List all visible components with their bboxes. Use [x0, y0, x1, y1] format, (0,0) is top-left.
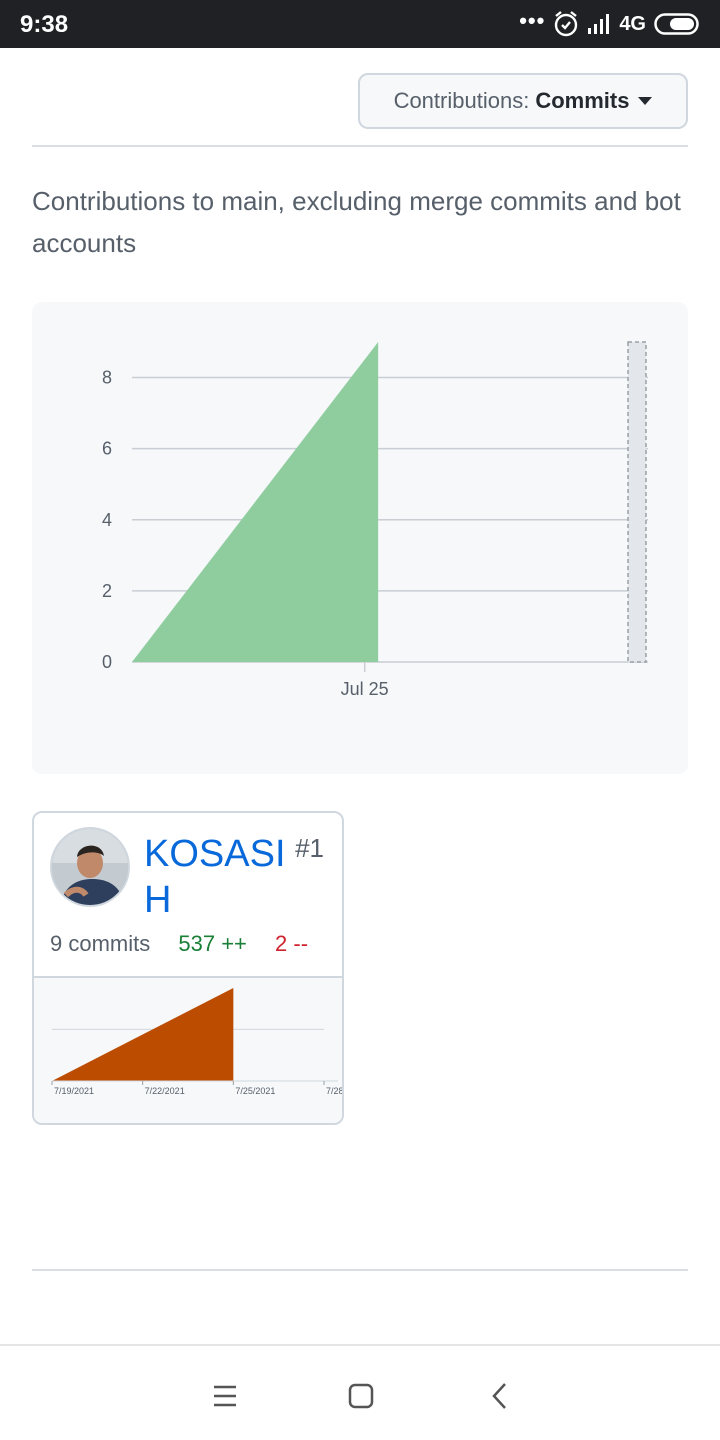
filter-value: Commits — [535, 88, 630, 113]
chevron-down-icon — [638, 97, 653, 105]
avatar-image — [52, 829, 128, 905]
y-tick-label: 4 — [102, 510, 112, 530]
contributor-chart-svg: 7/19/2021 7/22/2021 7/25/2021 7/28/2021 — [51, 988, 342, 1096]
y-tick-label: 2 — [102, 581, 112, 601]
status-bar: 9:38 ••• 4G — [0, 0, 720, 48]
battery-icon — [654, 13, 699, 35]
area-series — [132, 342, 379, 662]
home-icon[interactable] — [341, 1376, 381, 1416]
deletions-count: 2 -- — [275, 931, 309, 956]
x-tick-label: 7/25/2021 — [235, 1086, 275, 1096]
contributor-chart: 7/19/2021 7/22/2021 7/25/2021 7/28/2021 — [34, 976, 342, 1123]
alarm-icon — [555, 11, 578, 37]
additions-count: 537 ++ — [178, 931, 247, 956]
contributor-username[interactable]: KOSASIH — [144, 831, 294, 923]
x-tick-label: 7/28/2021 — [326, 1086, 342, 1096]
contributions-chart-svg: 0 2 4 6 8 Jul 25 — [102, 341, 648, 699]
contributor-card: KOSASIH #1 9 commits 537 ++ 2 -- 7/19/20… — [32, 811, 344, 1125]
filter-label: Contributions: — [393, 88, 530, 113]
y-tick-label: 8 — [102, 368, 112, 388]
navigation-bar — [0, 1344, 720, 1440]
avatar[interactable] — [50, 827, 130, 907]
contributions-chart: 0 2 4 6 8 Jul 25 — [32, 302, 688, 774]
y-tick-label: 6 — [102, 439, 112, 459]
contributor-stats: 9 commits 537 ++ 2 -- — [50, 931, 308, 957]
contributor-rank: #1 — [295, 833, 324, 863]
contributions-filter-dropdown[interactable]: Contributions: Commits — [358, 73, 688, 129]
chart-description: Contributions to main, excluding merge c… — [32, 186, 681, 258]
signal-icon — [588, 14, 610, 34]
x-tick-label: Jul 25 — [341, 679, 389, 699]
status-icons: ••• 4G — [519, 8, 700, 40]
divider — [32, 1269, 688, 1271]
y-tick-label: 0 — [102, 652, 112, 672]
range-selector-handle — [627, 341, 647, 663]
more-dots-icon: ••• — [519, 8, 546, 33]
area-series — [52, 988, 234, 1081]
network-type: 4G — [619, 12, 646, 35]
x-tick-label: 7/19/2021 — [54, 1086, 94, 1096]
back-icon[interactable] — [480, 1376, 520, 1416]
status-time: 9:38 — [20, 11, 69, 38]
divider — [32, 145, 688, 147]
menu-icon[interactable] — [205, 1376, 245, 1416]
commit-count[interactable]: 9 commits — [50, 931, 150, 956]
x-tick-label: 7/22/2021 — [145, 1086, 185, 1096]
